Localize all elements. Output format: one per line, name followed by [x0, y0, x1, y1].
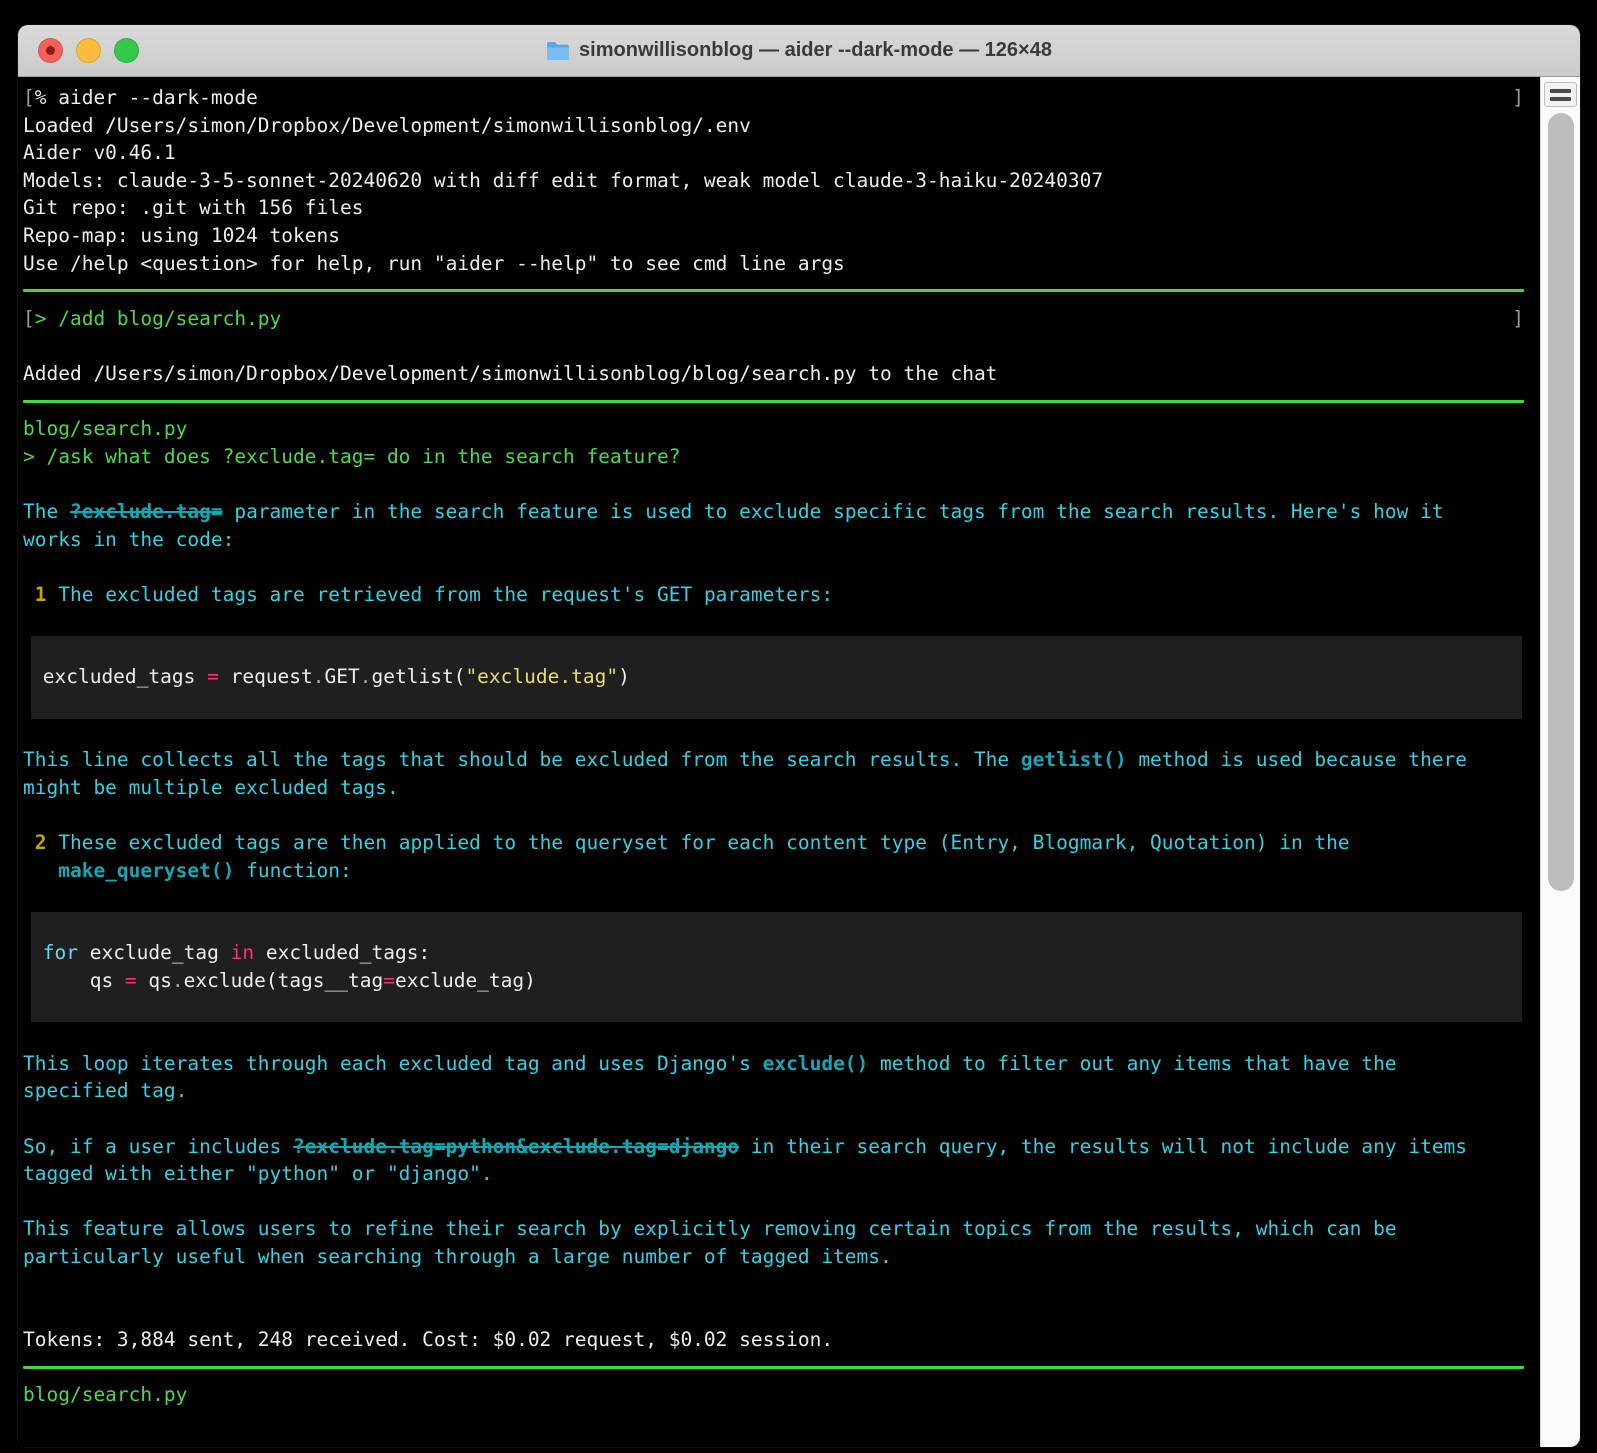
separator-rule-bar [23, 1365, 1524, 1369]
zoom-button[interactable] [114, 38, 139, 63]
help-hint-line: Use /help <question> for help, run "aide… [23, 251, 845, 275]
chat-file-line: blog/search.py [23, 1382, 188, 1406]
answer-paragraph: specified tag. [23, 1079, 188, 1103]
traffic-lights [38, 25, 139, 76]
separator-rule-bar [23, 289, 1524, 293]
window-body: [% aider --dark-mode] Loaded /Users/simon… [18, 77, 1580, 1447]
list-item-1: 1 The excluded tags are retrieved from t… [34, 582, 834, 606]
git-repo-line: Git repo: .git with 156 files [23, 196, 364, 220]
code-block-padding [31, 995, 1522, 1023]
code-block-padding [31, 912, 1522, 940]
tokens-cost-line: Tokens: 3,884 sent, 248 received. Cost: … [23, 1327, 834, 1351]
add-command-line: [> /add blog/search.py] [23, 306, 1524, 330]
answer-paragraph: So, if a user includes ?exclude.tag=pyth… [23, 1134, 1468, 1158]
code-block: for exclude_tag in excluded_tags: qs = q… [31, 911, 1522, 1023]
answer-paragraph: particularly useful when searching throu… [23, 1244, 892, 1268]
code-block: excluded_tags = request.GET.getlist("exc… [31, 635, 1522, 719]
separator-rule-bar [23, 399, 1524, 403]
answer-paragraph: This feature allows users to refine thei… [23, 1217, 1397, 1241]
titlebar[interactable]: simonwillisonblog — aider --dark-mode — … [18, 25, 1580, 77]
ask-command-line: > /ask what does ?exclude.tag= do in the… [23, 444, 681, 468]
env-loaded-line: Loaded /Users/simon/Dropbox/Development/… [23, 113, 751, 137]
answer-paragraph: This loop iterates through each excluded… [23, 1051, 1397, 1075]
answer-paragraph: might be multiple excluded tags. [23, 775, 399, 799]
code-line: for exclude_tag in excluded_tags: [42, 941, 431, 965]
code-block-padding [31, 636, 1522, 664]
scrollbar-top-button[interactable] [1544, 82, 1577, 107]
shell-command-line: [% aider --dark-mode] [23, 86, 1524, 109]
separator-rule [23, 277, 1540, 305]
list-item-2-cont: make_queryset() function: [58, 858, 352, 882]
answer-paragraph: tagged with either "python" or "django". [23, 1162, 493, 1186]
close-button[interactable] [38, 38, 63, 63]
minimize-button[interactable] [76, 38, 101, 63]
separator-rule [23, 388, 1540, 416]
scrollbar-thumb[interactable] [1548, 113, 1574, 891]
folder-icon [546, 41, 570, 61]
repo-map-line: Repo-map: using 1024 tokens [23, 223, 340, 247]
scrollbar[interactable] [1540, 77, 1580, 1447]
code-line: excluded_tags = request.GET.getlist("exc… [31, 665, 630, 689]
terminal-window: simonwillisonblog — aider --dark-mode — … [18, 25, 1580, 1447]
window-title-text: simonwillisonblog — aider --dark-mode — … [579, 39, 1052, 61]
models-line: Models: claude-3-5-sonnet-20240620 with … [23, 168, 1104, 192]
separator-rule [23, 1353, 1540, 1381]
answer-paragraph: This line collects all the tags that sho… [23, 748, 1468, 772]
window-title: simonwillisonblog — aider --dark-mode — … [546, 39, 1052, 62]
aider-version-line: Aider v0.46.1 [23, 141, 176, 165]
chat-file-line: blog/search.py [23, 417, 188, 441]
code-line: qs = qs.exclude(tags__tag=exclude_tag) [31, 969, 536, 992]
terminal-content[interactable]: [% aider --dark-mode] Loaded /Users/simon… [18, 77, 1540, 1447]
list-item-2: 2 These excluded tags are then applied t… [34, 831, 1350, 855]
answer-paragraph: works in the code: [23, 527, 235, 551]
added-file-line: Added /Users/simon/Dropbox/Development/s… [23, 361, 998, 385]
answer-paragraph: The ?exclude.tag= parameter in the searc… [23, 499, 1444, 523]
code-block-padding [31, 691, 1522, 719]
